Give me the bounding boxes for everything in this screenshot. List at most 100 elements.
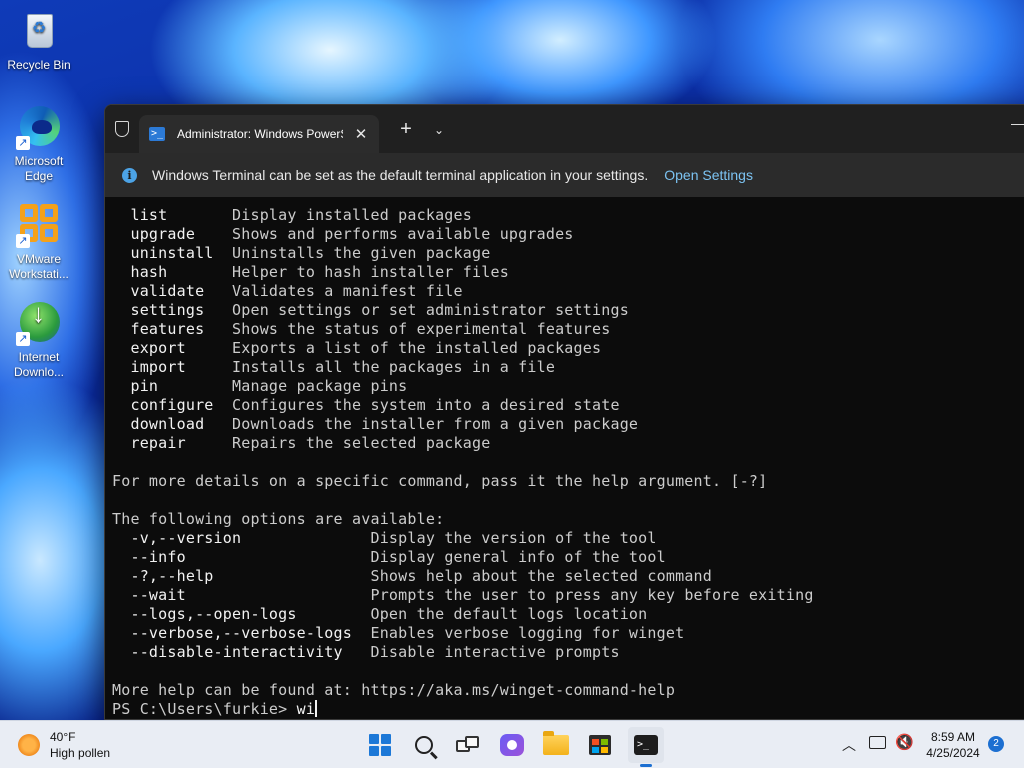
command-row: list Display installed packages	[112, 206, 1024, 225]
command-name: configure	[112, 396, 232, 414]
weather-widget[interactable]: 40°F High pollen	[18, 729, 110, 761]
command-name: download	[112, 415, 232, 433]
notification-count-badge[interactable]: 2	[988, 736, 1004, 752]
command-description: Validates a manifest file	[232, 282, 463, 300]
command-name: upgrade	[112, 225, 232, 243]
teams-meet-button[interactable]	[494, 727, 530, 763]
clock-time: 8:59 AM	[930, 730, 976, 744]
command-description: Manage package pins	[232, 377, 408, 395]
command-description: Repairs the selected package	[232, 434, 491, 452]
edge-icon: ↗	[16, 104, 62, 150]
desktop-icon-vmware[interactable]: ↗ VMware Workstati...	[4, 202, 74, 282]
command-row: import Installs all the packages in a fi…	[112, 358, 1024, 377]
volume-muted-icon[interactable]: 🔇	[895, 733, 914, 751]
start-button[interactable]	[362, 727, 398, 763]
command-row: uninstall Uninstalls the given package	[112, 244, 1024, 263]
option-description: Open the default logs location	[370, 605, 648, 623]
option-description: Prompts the user to press any key before…	[370, 586, 814, 604]
clock[interactable]: 8:59 AM 4/25/2024	[920, 729, 986, 761]
weather-description: High pollen	[50, 746, 111, 760]
command-row: download Downloads the installer from a …	[112, 415, 1024, 434]
tab-dropdown-button[interactable]: ⌄	[427, 117, 451, 143]
terminal-window[interactable]: >_ Administrator: Windows PowerShell ✕ +…	[104, 104, 1024, 720]
microsoft-store-button[interactable]	[582, 727, 618, 763]
meet-video-icon	[500, 734, 524, 756]
option-row: --wait Prompts the user to press any key…	[112, 586, 1024, 605]
windows-terminal-button[interactable]: >_	[628, 727, 664, 763]
command-row: settings Open settings or set administra…	[112, 301, 1024, 320]
open-settings-link[interactable]: Open Settings	[664, 167, 753, 183]
desktop-icon-recycle-bin[interactable]: Recycle Bin	[4, 8, 74, 73]
shortcut-arrow-icon: ↗	[16, 332, 30, 346]
command-name: validate	[112, 282, 232, 300]
option-row: -v,--version Display the version of the …	[112, 529, 1024, 548]
task-view-button[interactable]	[450, 727, 486, 763]
desktop-icon-label: VMware Workstati...	[9, 252, 69, 281]
weather-temperature: 40°F	[50, 730, 76, 744]
network-icon[interactable]	[869, 736, 886, 749]
option-description: Display general info of the tool	[370, 548, 666, 566]
option-name: --wait	[112, 586, 371, 604]
shortcut-arrow-icon: ↗	[16, 136, 30, 150]
option-row: --info Display general info of the tool	[112, 548, 1024, 567]
admin-shield-icon	[115, 121, 129, 137]
option-row: --disable-interactivity Disable interact…	[112, 643, 1024, 662]
infobar-message: Windows Terminal can be set as the defau…	[152, 167, 649, 183]
command-description: Display installed packages	[232, 206, 472, 224]
option-description: Enables verbose logging for winget	[370, 624, 685, 642]
default-terminal-infobar: i Windows Terminal can be set as the def…	[105, 153, 1024, 197]
tab-powershell[interactable]: >_ Administrator: Windows PowerShell ✕	[139, 115, 379, 153]
tab-title: Administrator: Windows PowerShell	[177, 127, 343, 141]
command-description: Open settings or set administrator setti…	[232, 301, 629, 319]
new-tab-button[interactable]: +	[393, 117, 419, 143]
help-hint-line: For more details on a specific command, …	[112, 472, 768, 490]
desktop-icon-edge[interactable]: ↗ Microsoft Edge	[4, 104, 74, 184]
option-row: --logs,--open-logs Open the default logs…	[112, 605, 1024, 624]
more-help-line: More help can be found at: https://aka.m…	[112, 681, 676, 699]
show-hidden-icons-chevron-icon[interactable]: ︿	[842, 735, 856, 755]
prompt-input[interactable]: wi	[297, 700, 315, 718]
taskbar: 40°F High pollen >_ ︿ 🔇 8:59 AM 4/25/202…	[0, 720, 1024, 768]
terminal-titlebar[interactable]: >_ Administrator: Windows PowerShell ✕ +…	[105, 105, 1024, 153]
option-row: --verbose,--verbose-logs Enables verbose…	[112, 624, 1024, 643]
command-description: Shows the status of experimental feature…	[232, 320, 611, 338]
option-description: Disable interactive prompts	[370, 643, 620, 661]
option-name: --info	[112, 548, 371, 566]
powershell-icon: >_	[149, 127, 165, 141]
minimize-button[interactable]: —	[1011, 116, 1024, 133]
search-icon	[415, 736, 433, 754]
command-description: Uninstalls the given package	[232, 244, 491, 262]
file-explorer-button[interactable]	[538, 727, 574, 763]
tab-close-button[interactable]: ✕	[351, 125, 371, 143]
option-description: Shows help about the selected command	[370, 567, 713, 585]
desktop-icon-label: Recycle Bin	[7, 58, 71, 72]
command-row: upgrade Shows and performs available upg…	[112, 225, 1024, 244]
desktop-icon-label: Internet Downlo...	[13, 350, 65, 379]
command-name: export	[112, 339, 232, 357]
command-row: repair Repairs the selected package	[112, 434, 1024, 453]
command-name: settings	[112, 301, 232, 319]
command-name: hash	[112, 263, 232, 281]
terminal-console[interactable]: list Display installed packages upgrade …	[105, 206, 1024, 719]
task-view-icon	[456, 736, 480, 754]
option-name: -?,--help	[112, 567, 371, 585]
command-description: Downloads the installer from a given pac…	[232, 415, 639, 433]
command-description: Installs all the packages in a file	[232, 358, 556, 376]
command-description: Configures the system into a desired sta…	[232, 396, 620, 414]
option-name: --verbose,--verbose-logs	[112, 624, 371, 642]
prompt-line[interactable]: PS C:\Users\furkie> wi	[112, 700, 1024, 719]
option-name: --logs,--open-logs	[112, 605, 371, 623]
terminal-icon: >_	[634, 735, 658, 755]
command-description: Exports a list of the installed packages	[232, 339, 602, 357]
text-cursor	[315, 700, 318, 717]
command-name: list	[112, 206, 232, 224]
command-name: pin	[112, 377, 232, 395]
option-name: --disable-interactivity	[112, 643, 371, 661]
desktop-icon-idm[interactable]: ↗ Internet Downlo...	[4, 300, 74, 380]
command-row: pin Manage package pins	[112, 377, 1024, 396]
search-button[interactable]	[406, 727, 442, 763]
folder-icon	[543, 731, 569, 755]
sun-weather-icon	[18, 734, 40, 756]
